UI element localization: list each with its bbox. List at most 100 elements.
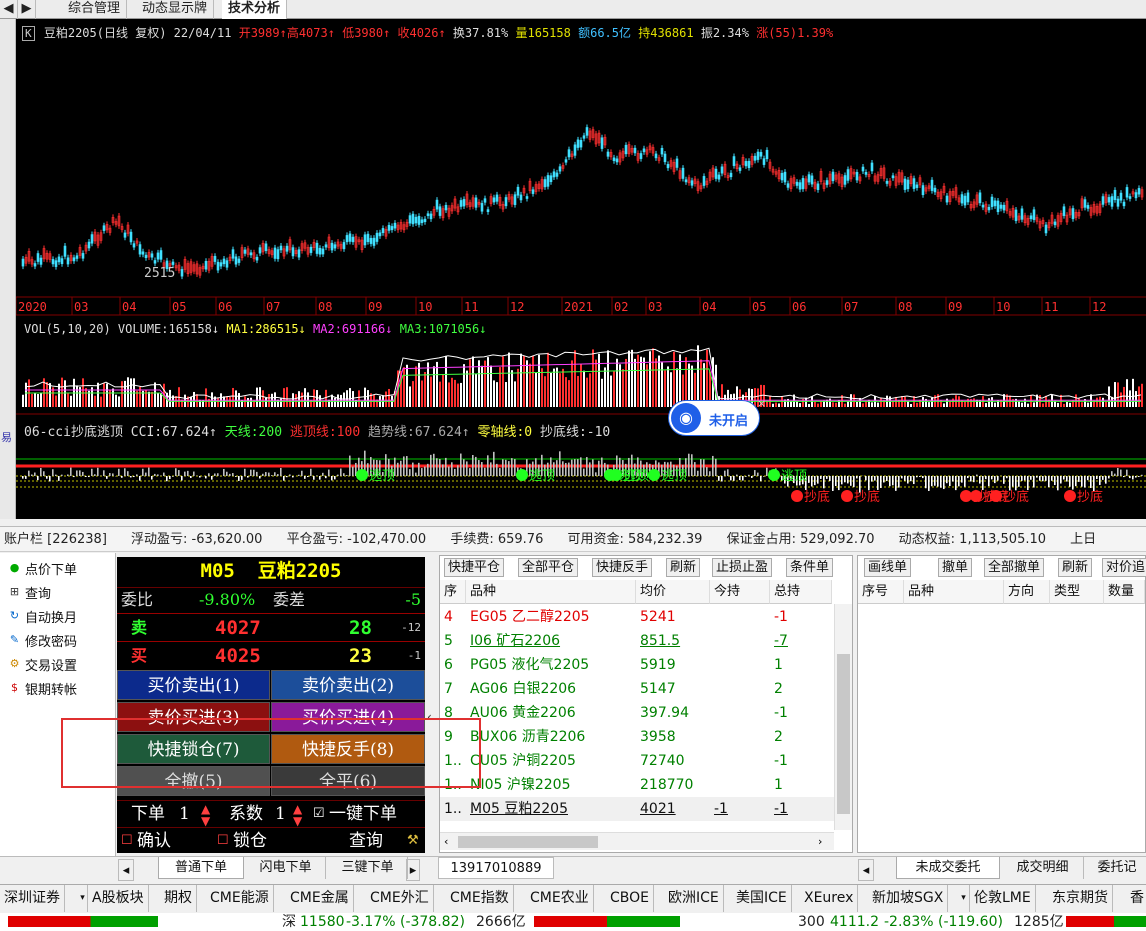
cancel-all-button[interactable]: 全撤(5)	[117, 766, 270, 796]
market-options[interactable]: 期权	[160, 885, 197, 912]
quick-reverse-pos-button[interactable]: 快捷反手	[592, 558, 653, 577]
col-order-no[interactable]: 序号	[858, 580, 904, 604]
lock-checkbox[interactable]: ☐	[217, 828, 229, 854]
close-all-positions-button[interactable]: 全部平仓	[518, 558, 579, 577]
position-row[interactable]: 4 EG05 乙二醇2205 5241 -1	[440, 605, 840, 629]
chase-price-button[interactable]: 对价追	[1102, 558, 1146, 577]
cancel-all-orders-button[interactable]: 全部撤单	[984, 558, 1045, 577]
col-avg-price[interactable]: 均价	[636, 580, 710, 604]
sell-at-ask-button[interactable]: 卖价卖出(2)	[271, 670, 425, 700]
market-eurex[interactable]: XEurex	[800, 885, 859, 912]
ask-row[interactable]: 卖 4027 28 -12	[117, 613, 425, 641]
market-ice-europe[interactable]: 欧洲ICE	[664, 885, 724, 912]
nav-right-icon[interactable]: ▶	[18, 0, 36, 19]
stop-loss-button[interactable]: 止损止盈	[712, 558, 773, 577]
market-cboe[interactable]: CBOE	[606, 885, 654, 912]
market-szse[interactable]: 深圳证券	[0, 885, 65, 912]
col-order-instrument[interactable]: 品种	[904, 580, 1004, 604]
col-instrument[interactable]: 品种	[466, 580, 636, 604]
buy-at-ask-button[interactable]: 卖价买进(3)	[117, 702, 270, 732]
lots-stepper-icon[interactable]: ▲ ▼	[201, 803, 210, 827]
tab-normal-order[interactable]: 普通下单	[158, 857, 244, 879]
buy-at-bid-button[interactable]: 买价买进(4)	[271, 702, 425, 732]
query-button[interactable]: 查询	[349, 828, 383, 854]
tab-flash-order[interactable]: 闪电下单	[246, 857, 326, 879]
confirm-label[interactable]: 确认	[137, 828, 171, 854]
position-row[interactable]: 1.. NI05 沪镍2205 218770 1	[440, 773, 840, 797]
sell-at-bid-button[interactable]: 买价卖出(1)	[117, 670, 270, 700]
left-collapse-strip[interactable]: 易	[0, 19, 16, 519]
col-type[interactable]: 类型	[1050, 580, 1104, 604]
confirm-checkbox[interactable]: ☐	[121, 828, 133, 854]
quick-reverse-button[interactable]: 快捷反手(8)	[271, 734, 425, 764]
quick-close-button[interactable]: 快捷平仓	[444, 558, 505, 577]
line-order-button[interactable]: 画线单	[864, 558, 912, 577]
col-direction[interactable]: 方向	[1004, 580, 1050, 604]
menu-point-order[interactable]: ● 点价下单	[10, 559, 77, 581]
vscroll-thumb[interactable]	[837, 654, 850, 814]
popup-close-icon[interactable]: ×	[757, 397, 766, 410]
menu-change-password[interactable]: ✎ 修改密码	[10, 631, 77, 653]
refresh-positions-button[interactable]: 刷新	[666, 558, 701, 577]
oneclick-checkbox[interactable]: ☑	[313, 801, 325, 827]
quick-lock-button[interactable]: 快捷锁仓(7)	[117, 734, 270, 764]
market-tocom[interactable]: 东京期货	[1048, 885, 1113, 912]
col-quantity[interactable]: 数量	[1104, 580, 1145, 604]
bid-row[interactable]: 买 4025 23 -1	[117, 641, 425, 669]
market-lme[interactable]: 伦敦LME	[970, 885, 1036, 912]
market-cme-energy[interactable]: CME能源	[206, 885, 274, 912]
menu-trade-settings[interactable]: ⚙ 交易设置	[10, 655, 77, 677]
position-row[interactable]: 5 I06 矿石2206 851.5 -7	[440, 629, 840, 653]
lots-value[interactable]: 1	[179, 801, 190, 827]
status-popup[interactable]: ◉ 未开启 ×	[668, 397, 766, 436]
conditional-order-button[interactable]: 条件单	[786, 558, 834, 577]
market-sgx[interactable]: 新加坡SGX	[868, 885, 949, 912]
menu-bank-transfer[interactable]: $ 银期转帐	[11, 679, 77, 701]
position-row[interactable]: 9 BUX06 沥青2206 3958 2	[440, 725, 840, 749]
sgx-dropdown-icon[interactable]: ▾	[958, 885, 970, 912]
tools-icon[interactable]: ⚒	[407, 828, 419, 854]
market-hk[interactable]: 香	[1126, 885, 1146, 912]
collapse-arrow-icon[interactable]: ‹	[427, 710, 432, 724]
col-no[interactable]: 序	[440, 580, 466, 604]
contract-title[interactable]: M05 豆粕2205	[117, 557, 425, 585]
tab-pending-orders[interactable]: 未成交委托	[896, 857, 1000, 879]
tab-scroll-left-icon[interactable]: ◂	[118, 859, 134, 881]
col-total-hold[interactable]: 总持	[770, 580, 832, 604]
tab-three-key-order[interactable]: 三键下单	[328, 857, 408, 879]
menu-query[interactable]: ⊞ 查询	[10, 583, 51, 605]
market-dropdown-icon[interactable]: ▾	[78, 885, 88, 912]
market-a-share[interactable]: A股板块	[88, 885, 149, 912]
orders-tab-scroll-icon[interactable]: ◂	[858, 859, 874, 881]
mult-stepper-icon[interactable]: ▲ ▼	[293, 803, 302, 827]
menu-auto-rollover[interactable]: ↻ 自动换月	[10, 607, 77, 629]
tab-general-management[interactable]: 综合管理	[62, 0, 128, 19]
nav-left-icon[interactable]: ◀	[0, 0, 18, 19]
refresh-orders-button[interactable]: 刷新	[1058, 558, 1093, 577]
market-cme-index[interactable]: CME指数	[446, 885, 514, 912]
oneclick-label[interactable]: 一键下单	[329, 801, 397, 827]
tab-dynamic-board[interactable]: 动态显示牌	[136, 0, 215, 19]
market-cme-metals[interactable]: CME金属	[286, 885, 354, 912]
lock-label[interactable]: 锁仓	[233, 828, 267, 854]
market-cme-agri[interactable]: CME农业	[526, 885, 594, 912]
position-row[interactable]: 6 PG05 液化气2205 5919 1	[440, 653, 840, 677]
positions-hscroll[interactable]: ‹ ›	[440, 832, 834, 850]
scroll-left-icon[interactable]: ‹	[444, 833, 448, 851]
position-row[interactable]: 1.. M05 豆粕2205 4021 -1 -1	[440, 797, 840, 821]
position-row[interactable]: 8 AU06 黄金2206 397.94 -1	[440, 701, 840, 725]
tab-order-records[interactable]: 委托记	[1088, 857, 1146, 879]
tab-scroll-right-icon[interactable]: ▸	[406, 859, 420, 881]
mult-value[interactable]: 1	[275, 801, 286, 827]
col-today-hold[interactable]: 今持	[710, 580, 770, 604]
cancel-order-button[interactable]: 撤单	[938, 558, 973, 577]
market-cme-fx[interactable]: CME外汇	[366, 885, 434, 912]
market-ice-us[interactable]: 美国ICE	[732, 885, 792, 912]
tab-trade-details[interactable]: 成交明细	[1002, 857, 1084, 879]
kline-chart[interactable]: K 豆粕2205(日线 复权) 22/04/11 开3989↑高4073↑ 低3…	[16, 19, 1146, 519]
position-row[interactable]: 1.. CU05 沪铜2205 72740 -1	[440, 749, 840, 773]
scroll-right-icon[interactable]: ›	[818, 833, 822, 851]
positions-vscroll[interactable]	[834, 604, 852, 830]
position-row[interactable]: 7 AG06 白银2206 5147 2	[440, 677, 840, 701]
hscroll-thumb[interactable]	[458, 836, 598, 848]
